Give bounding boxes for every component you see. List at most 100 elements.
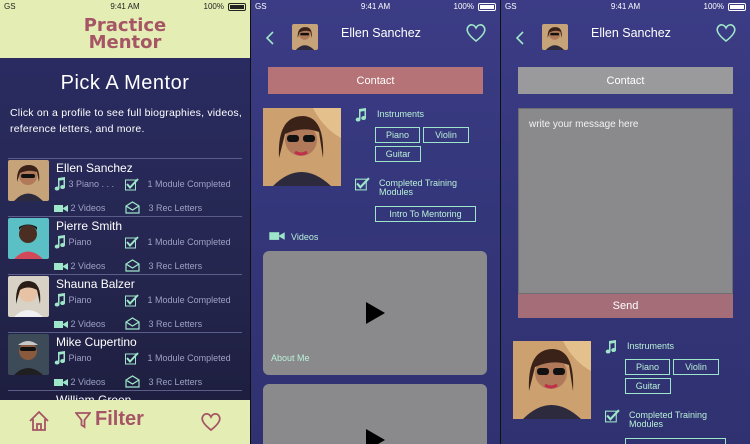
training-module-pill[interactable]: Intro To Mentoring [375,206,476,222]
training-title: Completed Training Modules [379,178,458,197]
play-icon[interactable] [364,428,386,444]
instrument-pill[interactable]: Guitar [375,146,421,162]
video-camera-icon [269,232,285,240]
battery-icon [478,3,496,11]
mentor-letters: 3 Rec Letters [148,202,203,213]
battery-percent: 100% [453,2,474,11]
video-camera-icon [54,262,68,270]
video-camera-icon [54,320,68,328]
status-bar: GS 9:41 AM 100% [0,0,250,14]
heart-icon[interactable] [715,23,737,43]
mentor-card[interactable]: Ellen Sanchez 3 Piano . . . 1 Module Com… [8,158,242,216]
mentor-profile-screen: GS 9:41 AM 100% Ellen Sanchez Contact In… [251,0,500,444]
video-camera-icon [54,378,68,386]
mentor-videos: 2 Videos [70,260,106,271]
funnel-icon [74,411,92,429]
mentor-name-title: Ellen Sanchez [591,26,671,40]
back-chevron-icon[interactable] [515,31,525,45]
bottom-toolbar: Filter [0,400,250,444]
checkbox-icon [125,293,139,306]
mentor-name: Shauna Balzer [56,277,135,291]
checkbox-icon [125,235,139,248]
avatar [542,24,568,50]
music-note-icon [355,108,367,122]
music-note-icon [54,235,66,249]
avatar [292,24,318,50]
mentor-name: Ellen Sanchez [56,161,133,175]
instruments-title: Instruments [377,109,425,119]
envelope-icon [125,259,140,272]
mentor-videos: 2 Videos [70,318,106,329]
mentor-avatar [8,160,49,201]
envelope-icon [125,375,140,388]
music-note-icon [54,177,66,191]
profile-photo [513,341,591,419]
home-icon[interactable] [28,410,50,432]
training-module-pill[interactable] [625,438,726,444]
video-camera-icon [54,204,68,212]
page-title: Pick A Mentor [60,72,190,94]
music-note-icon [54,293,66,307]
mentor-letters: 3 Rec Letters [148,318,203,329]
instrument-pill[interactable]: Violin [673,359,719,375]
checkbox-icon [605,409,620,423]
mentor-name-title: Ellen Sanchez [341,26,421,40]
filter-label: Filter [95,408,144,430]
message-input[interactable] [518,108,733,294]
mentor-list-screen: GS 9:41 AM 100% Practice Mentor Pick A M… [0,0,250,444]
contact-button[interactable]: Contact [518,67,733,94]
video-card[interactable]: About Me [263,251,487,375]
heart-icon[interactable] [465,23,487,43]
video-title: About Me [271,353,310,363]
mentor-avatar [8,334,49,375]
mentor-card[interactable]: Shauna Balzer Piano 1 Module Completed 2… [8,274,242,332]
instrument-pill[interactable]: Piano [625,359,670,375]
mentor-card[interactable]: Pierre Smith Piano 1 Module Completed 2 … [8,216,242,274]
instrument-pill[interactable]: Guitar [625,378,671,394]
status-bar: GS 9:41 AM 100% [251,0,500,14]
status-bar: GS 9:41 AM 100% [501,0,750,14]
contact-button[interactable]: Contact [268,67,483,94]
video-card[interactable] [263,384,487,444]
mentor-modules: 1 Module Completed [147,353,231,363]
instruments-title: Instruments [627,341,675,351]
mentor-instruments: Piano [68,295,92,305]
mentor-videos: 2 Videos [70,202,106,213]
play-icon[interactable] [364,301,386,325]
training-title: Completed Training Modules [629,410,708,429]
send-button[interactable]: Send [518,294,733,318]
battery-percent: 100% [203,2,224,11]
instrument-pill[interactable]: Piano [375,127,420,143]
mentor-card[interactable]: Mike Cupertino Piano 1 Module Completed … [8,332,242,390]
app-title: Practice Mentor [0,17,250,52]
battery-icon [728,3,746,11]
battery-percent: 100% [703,2,724,11]
mentor-instruments: 3 Piano . . . [68,179,115,189]
filter-button[interactable]: Filter [74,408,144,431]
envelope-icon [125,317,140,330]
mentor-letters: 3 Rec Letters [148,376,203,387]
contact-mentor-screen: GS 9:41 AM 100% Ellen Sanchez Contact Se… [501,0,750,444]
mentor-modules: 1 Module Completed [147,179,231,189]
page-description: Click on a profile to see full biographi… [10,107,242,135]
checkbox-icon [125,177,139,190]
profile-photo [263,108,341,186]
checkbox-icon [125,351,139,364]
checkbox-icon [355,177,370,191]
envelope-icon [125,201,140,214]
mentor-instruments: Piano [68,353,92,363]
mentor-videos: 2 Videos [70,376,106,387]
music-note-icon [54,351,66,365]
mentor-instruments: Piano [68,237,92,247]
videos-title: Videos [291,232,319,242]
back-chevron-icon[interactable] [265,31,275,45]
mentor-avatar [8,276,49,317]
mentor-modules: 1 Module Completed [147,295,231,305]
mentor-name: Mike Cupertino [56,335,137,349]
mentor-avatar [8,218,49,259]
mentor-name: Pierre Smith [56,219,123,233]
music-note-icon [605,340,617,354]
heart-icon[interactable] [200,412,222,432]
mentor-modules: 1 Module Completed [147,237,231,247]
instrument-pill[interactable]: Violin [423,127,469,143]
